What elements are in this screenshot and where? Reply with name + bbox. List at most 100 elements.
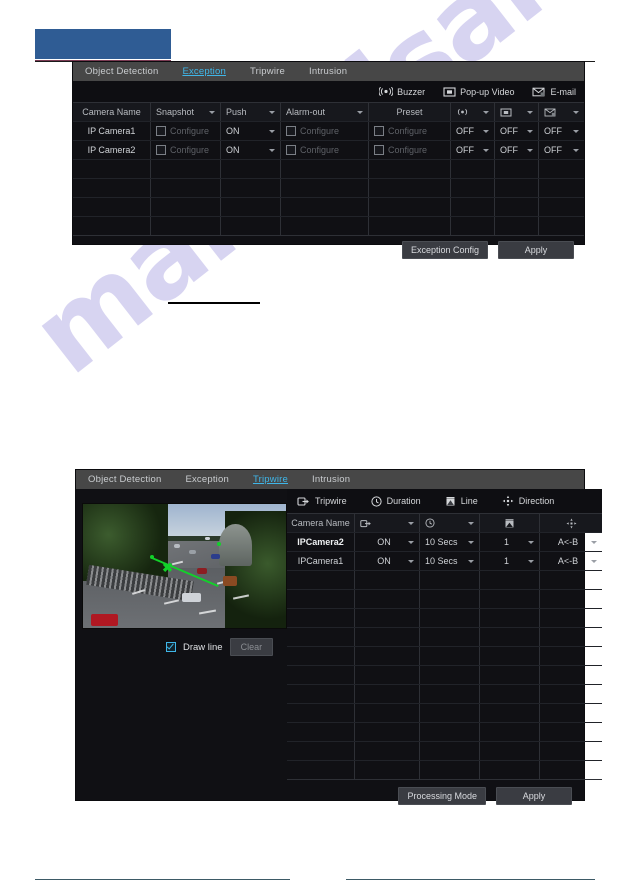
chevron-down-icon[interactable]	[209, 110, 215, 114]
chevron-down-icon[interactable]	[527, 148, 533, 152]
popup-video-action[interactable]: Pop-up Video	[443, 87, 514, 97]
alarm-out-configure-label[interactable]: Configure	[300, 126, 339, 136]
table-row-empty[interactable]	[73, 217, 584, 235]
toolbar-tripwire[interactable]: Tripwire	[297, 496, 347, 506]
preset-configure-label[interactable]: Configure	[388, 145, 427, 155]
col-push[interactable]: Push	[221, 103, 281, 121]
toolbar-direction[interactable]: Direction	[502, 495, 554, 507]
tab-object-detection[interactable]: Object Detection	[85, 66, 158, 77]
toolbar-duration[interactable]: Duration	[371, 495, 421, 507]
cell-buzzer[interactable]: OFF	[451, 141, 495, 159]
snapshot-configure-label[interactable]: Configure	[170, 145, 209, 155]
cell-buzzer[interactable]: OFF	[451, 122, 495, 140]
cell-direction[interactable]: A<-B	[540, 552, 602, 570]
table-row-empty[interactable]	[73, 198, 584, 217]
tab-tripwire[interactable]: Tripwire	[253, 474, 288, 485]
cell-alarm-out[interactable]: Configure	[281, 122, 369, 140]
cell-push[interactable]: ON	[221, 122, 281, 140]
chevron-down-icon[interactable]	[573, 110, 579, 114]
table-row-empty[interactable]	[287, 628, 602, 647]
cell-email[interactable]: OFF	[539, 122, 584, 140]
table-row-empty[interactable]	[287, 590, 602, 609]
table-row-empty[interactable]	[287, 685, 602, 704]
tab-tripwire[interactable]: Tripwire	[250, 66, 285, 77]
cell-line[interactable]: 1	[480, 533, 540, 551]
table-row-empty[interactable]	[73, 160, 584, 179]
col-email[interactable]	[539, 103, 584, 121]
chevron-down-icon[interactable]	[468, 540, 474, 544]
preset-checkbox[interactable]	[374, 126, 384, 136]
table-row-empty[interactable]	[73, 179, 584, 198]
col-alarm-out[interactable]: Alarm-out	[281, 103, 369, 121]
exception-config-button[interactable]: Exception Config	[401, 240, 488, 259]
chevron-down-icon[interactable]	[468, 521, 474, 525]
cell-preset[interactable]: Configure	[369, 141, 451, 159]
clear-button[interactable]: Clear	[229, 638, 274, 656]
chevron-down-icon[interactable]	[269, 129, 275, 133]
alarm-out-checkbox[interactable]	[286, 126, 296, 136]
cell-duration[interactable]: 10 Secs	[420, 533, 480, 551]
chevron-down-icon[interactable]	[357, 110, 363, 114]
cell-direction[interactable]: A<-B	[540, 533, 602, 551]
table-row[interactable]: IPCamera2 ON 10 Secs 1 A<-B	[287, 533, 602, 552]
col-snapshot[interactable]: Snapshot	[151, 103, 221, 121]
col-direction[interactable]	[540, 514, 602, 532]
col-duration[interactable]	[420, 514, 480, 532]
alarm-out-checkbox[interactable]	[286, 145, 296, 155]
tab-object-detection[interactable]: Object Detection	[88, 474, 161, 485]
chevron-down-icon[interactable]	[408, 540, 414, 544]
chevron-down-icon[interactable]	[591, 559, 597, 563]
table-row-empty[interactable]	[287, 609, 602, 628]
cell-snapshot[interactable]: Configure	[151, 141, 221, 159]
chevron-down-icon[interactable]	[527, 110, 533, 114]
cell-popup-video[interactable]: OFF	[495, 122, 539, 140]
cell-snapshot[interactable]: Configure	[151, 122, 221, 140]
chevron-down-icon[interactable]	[269, 148, 275, 152]
chevron-down-icon[interactable]	[528, 540, 534, 544]
table-row-empty[interactable]	[287, 761, 602, 779]
chevron-down-icon[interactable]	[483, 110, 489, 114]
chevron-down-icon[interactable]	[408, 521, 414, 525]
chevron-down-icon[interactable]	[483, 148, 489, 152]
cell-preset[interactable]: Configure	[369, 122, 451, 140]
cell-alarm-out[interactable]: Configure	[281, 141, 369, 159]
col-buzzer[interactable]	[451, 103, 495, 121]
chevron-down-icon[interactable]	[528, 559, 534, 563]
cell-tripwire[interactable]: ON	[355, 552, 420, 570]
table-row-empty[interactable]	[287, 742, 602, 761]
preset-checkbox[interactable]	[374, 145, 384, 155]
cell-email[interactable]: OFF	[539, 141, 584, 159]
table-row-empty[interactable]	[287, 647, 602, 666]
chevron-down-icon[interactable]	[269, 110, 275, 114]
cell-push[interactable]: ON	[221, 141, 281, 159]
apply-button[interactable]: Apply	[498, 240, 574, 259]
col-line[interactable]	[480, 514, 540, 532]
snapshot-configure-label[interactable]: Configure	[170, 126, 209, 136]
snapshot-checkbox[interactable]	[156, 145, 166, 155]
email-action[interactable]: E-mail	[532, 87, 576, 97]
alarm-out-configure-label[interactable]: Configure	[300, 145, 339, 155]
cell-tripwire[interactable]: ON	[355, 533, 420, 551]
tab-exception[interactable]: Exception	[182, 66, 226, 77]
chevron-down-icon[interactable]	[573, 129, 579, 133]
tab-exception[interactable]: Exception	[185, 474, 229, 485]
table-row-empty[interactable]	[287, 723, 602, 742]
table-row[interactable]: IP Camera1 Configure ON Configure Config…	[73, 122, 584, 141]
col-popup-video[interactable]	[495, 103, 539, 121]
snapshot-checkbox[interactable]	[156, 126, 166, 136]
cell-duration[interactable]: 10 Secs	[420, 552, 480, 570]
chevron-down-icon[interactable]	[483, 129, 489, 133]
chevron-down-icon[interactable]	[527, 129, 533, 133]
chevron-down-icon[interactable]	[408, 559, 414, 563]
buzzer-action[interactable]: Buzzer	[378, 87, 425, 97]
chevron-down-icon[interactable]	[591, 540, 597, 544]
cell-popup-video[interactable]: OFF	[495, 141, 539, 159]
draw-line-checkbox[interactable]	[166, 642, 176, 652]
chevron-down-icon[interactable]	[468, 559, 474, 563]
table-row[interactable]: IPCamera1 ON 10 Secs 1 A<-B	[287, 552, 602, 571]
apply-button[interactable]: Apply	[496, 787, 572, 805]
table-row-empty[interactable]	[287, 571, 602, 590]
tripwire-node-a[interactable]	[149, 554, 154, 559]
camera-preview[interactable]: ✖	[82, 503, 287, 629]
preset-configure-label[interactable]: Configure	[388, 126, 427, 136]
